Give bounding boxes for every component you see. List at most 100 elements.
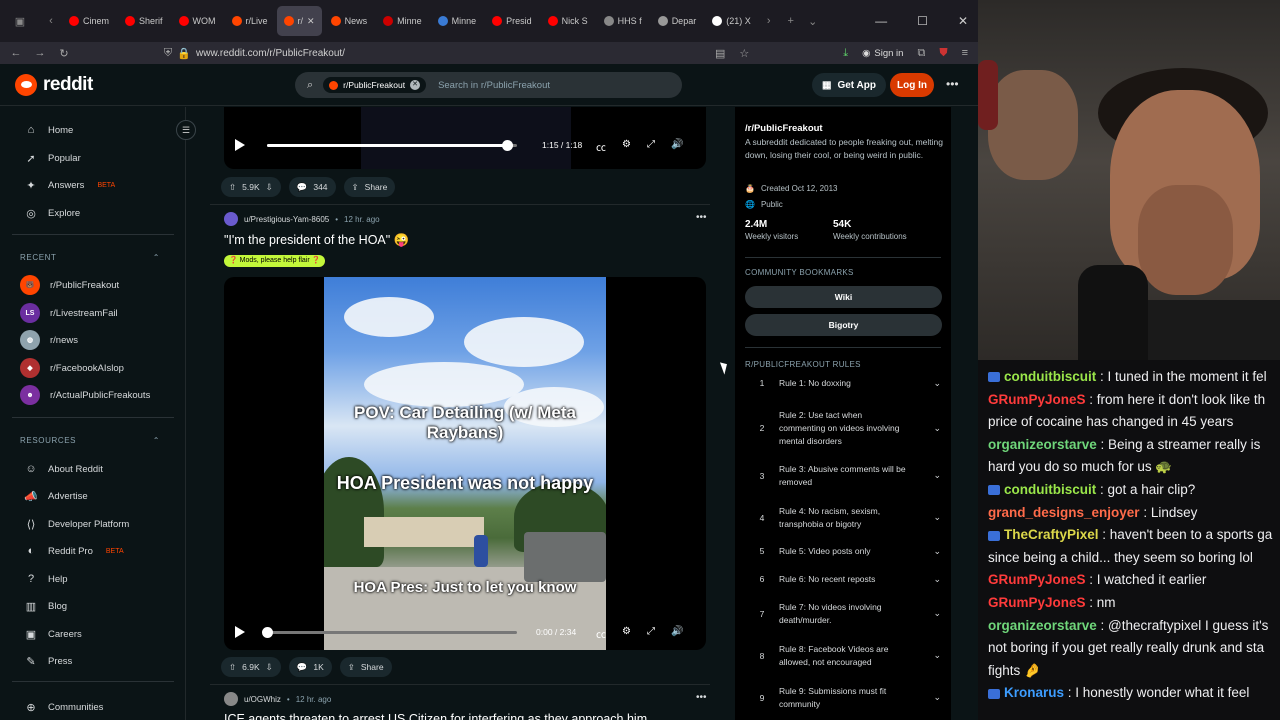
author-link[interactable]: u/OGWhiz xyxy=(244,695,281,704)
reload-icon[interactable]: ↻ xyxy=(52,47,76,60)
recent-livestreamfail[interactable]: LS r/LivestreamFail xyxy=(20,303,118,323)
url-field[interactable]: www.reddit.com/r/PublicFreakout/ xyxy=(196,48,345,59)
chevron-down-icon[interactable]: ⌄ xyxy=(933,650,941,661)
rule-item[interactable]: 3 Rule 3: Abusive comments will be remove… xyxy=(745,463,941,489)
captions-icon[interactable]: ㏄ xyxy=(596,626,606,641)
app-menu-icon[interactable]: ≡ xyxy=(962,47,968,59)
browser-tab[interactable]: Depar xyxy=(651,6,704,36)
post-flair[interactable]: ❓ Mods, please help flair ❓ xyxy=(224,255,326,267)
browser-tab[interactable]: r/✕ xyxy=(276,6,322,36)
rule-item[interactable]: 5 Rule 5: Video posts only ⌄ xyxy=(745,545,941,558)
browser-tab[interactable]: Nick S xyxy=(541,6,595,36)
community-name[interactable]: /r/PublicFreakout xyxy=(745,123,823,134)
chat-username[interactable]: organizeorstarve xyxy=(988,437,1097,452)
tab-overview-icon[interactable]: ▣ xyxy=(0,15,40,28)
settings-icon[interactable]: ⚙ xyxy=(622,626,631,641)
post-options-icon[interactable]: ••• xyxy=(696,212,707,223)
search-bar[interactable]: ⌕ r/PublicFreakout ✕ Search in r/PublicF… xyxy=(295,72,682,98)
author-link[interactable]: u/Prestigious-Yam-8605 xyxy=(244,215,329,224)
rule-item[interactable]: 6 Rule 6: No recent reposts ⌄ xyxy=(745,573,941,586)
video-progress-bar[interactable] xyxy=(267,140,517,151)
search-input[interactable]: Search in r/PublicFreakout xyxy=(438,80,550,91)
resource-advertise[interactable]: 📣 Advertise xyxy=(24,489,87,503)
back-icon[interactable]: ← xyxy=(4,47,28,59)
browser-tab[interactable]: Sherif xyxy=(118,6,170,36)
nav-answers[interactable]: ✦ Answers BETA xyxy=(24,178,115,192)
post-options-icon[interactable]: ••• xyxy=(696,692,707,703)
resource-reddit-pro[interactable]: ◐ Reddit Pro BETA xyxy=(24,544,124,558)
share-button[interactable]: ⇪ Share xyxy=(343,177,396,197)
volume-icon[interactable]: 🔊 xyxy=(671,139,683,154)
recent-news[interactable]: ◍ r/news xyxy=(20,330,78,350)
chevron-down-icon[interactable]: ⌄ xyxy=(933,546,941,557)
chevron-down-icon[interactable]: ⌄ xyxy=(933,574,941,585)
play-icon[interactable] xyxy=(235,626,245,638)
resource-blog[interactable]: ▥ Blog xyxy=(24,599,67,613)
tab-list-icon[interactable]: ⌄ xyxy=(802,15,824,28)
chevron-down-icon[interactable]: ⌄ xyxy=(933,692,941,703)
chat-username[interactable]: GRumPyJoneS xyxy=(988,392,1086,407)
get-app-button[interactable]: ▦ Get App xyxy=(812,73,886,97)
extensions-icon[interactable]: ⧉ xyxy=(917,47,925,60)
reader-view-icon[interactable]: ▤ xyxy=(715,47,725,60)
recent-facebookaislop[interactable]: ◆ r/FacebookAIslop xyxy=(20,358,124,378)
login-button[interactable]: Log In xyxy=(890,73,934,97)
upvote-icon[interactable]: ⇧ xyxy=(229,182,236,193)
resources-header[interactable]: RESOURCES ⌃ xyxy=(20,436,160,445)
download-icon[interactable]: ⤓ xyxy=(843,47,848,60)
nav-home[interactable]: ⌂ Home xyxy=(24,123,74,137)
new-tab-icon[interactable]: + xyxy=(780,15,802,27)
clear-scope-icon[interactable]: ✕ xyxy=(410,80,421,90)
resource-developer-platform[interactable]: ⟨⟩ Developer Platform xyxy=(24,517,130,531)
rule-item[interactable]: 7 Rule 7: No videos involving death/murde… xyxy=(745,601,941,627)
nav-explore[interactable]: ◎ Explore xyxy=(24,206,80,220)
rule-item[interactable]: 8 Rule 8: Facebook Videos are allowed, no… xyxy=(745,643,941,669)
recent-header[interactable]: RECENT ⌃ xyxy=(20,253,160,262)
upvote-icon[interactable]: ⇧ xyxy=(229,662,236,673)
nav-popular[interactable]: ➚ Popular xyxy=(24,151,80,165)
bookmark-wiki-button[interactable]: Wiki xyxy=(745,286,942,308)
chevron-down-icon[interactable]: ⌄ xyxy=(933,512,941,523)
recent-actualpublicfreakouts[interactable]: ☻ r/ActualPublicFreakouts xyxy=(20,385,150,405)
minimize-icon[interactable]: — xyxy=(875,14,887,28)
tabs-scroll-left-icon[interactable]: ‹ xyxy=(40,15,62,27)
recent-publicfreakout[interactable]: 🐻 r/PublicFreakout xyxy=(20,275,119,295)
video-player-2[interactable]: POV: Car Detailing (w/ Meta Raybans) HOA… xyxy=(224,277,706,650)
downvote-icon[interactable]: ⇩ xyxy=(266,182,273,193)
close-window-icon[interactable]: ✕ xyxy=(958,14,968,28)
reddit-logo[interactable]: reddit xyxy=(15,73,93,96)
play-icon[interactable] xyxy=(235,139,245,151)
progress-knob[interactable] xyxy=(502,140,513,151)
chat-username[interactable]: grand_designs_enjoyer xyxy=(988,505,1140,520)
browser-tab[interactable]: HHS f xyxy=(597,6,649,36)
maximize-icon[interactable]: ☐ xyxy=(917,14,928,28)
chat-username[interactable]: conduitbiscuit xyxy=(1004,369,1096,384)
chevron-down-icon[interactable]: ⌄ xyxy=(933,608,941,619)
resource-press[interactable]: ✎ Press xyxy=(24,654,72,668)
rule-item[interactable]: 4 Rule 4: No racism, sexism, transphobia … xyxy=(745,505,941,531)
browser-tab[interactable]: News xyxy=(324,6,375,36)
post-title[interactable]: "I'm the president of the HOA" 😜 xyxy=(224,233,409,248)
settings-icon[interactable]: ⚙ xyxy=(622,139,631,154)
fullscreen-icon[interactable]: ⤢ xyxy=(647,626,655,641)
share-button[interactable]: ⇪ Share xyxy=(339,657,392,677)
browser-tab[interactable]: Minne xyxy=(376,6,429,36)
resource-careers[interactable]: ▣ Careers xyxy=(24,627,82,641)
rule-item[interactable]: 1 Rule 1: No doxxing ⌄ xyxy=(745,377,941,390)
chat-username[interactable]: Kronarus xyxy=(1004,685,1064,700)
author-avatar[interactable] xyxy=(224,212,238,226)
video-player-1[interactable]: 1:15 / 1:18 ㏄ ⚙ ⤢ 🔊 xyxy=(224,107,706,169)
post-title[interactable]: ICE agents threaten to arrest US Citizen… xyxy=(224,712,647,720)
chat-username[interactable]: conduitbiscuit xyxy=(1004,482,1096,497)
sign-in-button[interactable]: ◉ Sign in xyxy=(862,48,903,59)
chevron-down-icon[interactable]: ⌄ xyxy=(933,470,941,481)
bookmark-star-icon[interactable]: ☆ xyxy=(739,47,749,60)
browser-tab[interactable]: WOM xyxy=(172,6,223,36)
downvote-icon[interactable]: ⇩ xyxy=(266,662,273,673)
bookmark-bigotry-button[interactable]: Bigotry xyxy=(745,314,942,336)
chevron-down-icon[interactable]: ⌄ xyxy=(933,423,941,434)
tabs-scroll-right-icon[interactable]: › xyxy=(758,15,780,27)
nav-communities[interactable]: ⊕ Communities xyxy=(24,700,103,714)
close-tab-icon[interactable]: ✕ xyxy=(307,16,315,27)
volume-icon[interactable]: 🔊 xyxy=(671,626,683,641)
